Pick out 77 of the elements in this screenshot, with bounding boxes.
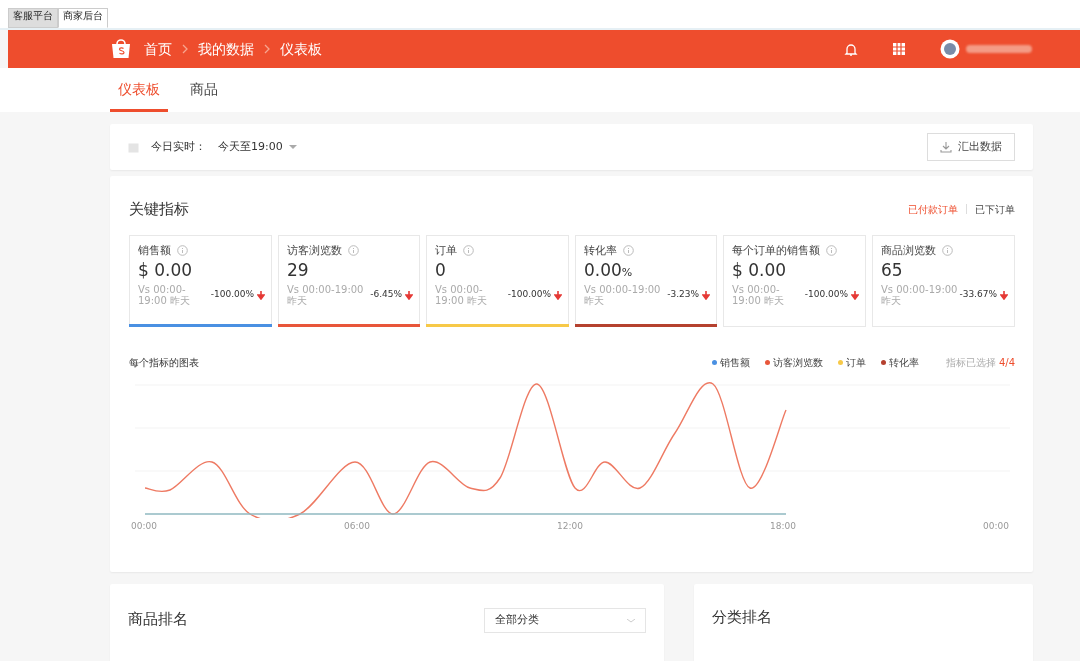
metric-value: 65 — [881, 259, 904, 282]
info-icon — [177, 245, 188, 257]
comparison-text: Vs 00:00-19:00 昨天 — [584, 284, 662, 307]
category-select[interactable]: 全部分类 — [484, 608, 646, 633]
comparison-text: Vs 00:00-19:00 昨天 — [732, 284, 785, 307]
chevron-icon — [181, 44, 189, 54]
metric-value: $ 0.00 — [732, 259, 788, 282]
metric-value: 0 — [435, 259, 447, 282]
legend-label: 访客浏览数 — [772, 355, 823, 370]
change-value: -100.00% — [507, 288, 551, 302]
change-value: -6.45% — [370, 288, 402, 302]
blurred-username — [966, 45, 1032, 53]
down-arrow-icon — [257, 290, 265, 300]
order-type-link[interactable]: 已付款订单 — [908, 201, 958, 217]
window-tab[interactable]: 商家后台 — [58, 8, 108, 28]
info-icon — [463, 245, 474, 257]
avatar[interactable] — [940, 39, 960, 59]
comparison-text: Vs 00:00-19:00 昨天 — [881, 284, 959, 307]
order-type-link[interactable]: 已下订单 — [975, 201, 1015, 217]
change-value: -33.67% — [959, 288, 997, 302]
comparison-text: Vs 00:00-19:00 昨天 — [435, 284, 488, 307]
metric-card[interactable]: 每个订单的销售额 $ 0.00 Vs 00:00-19:00 昨天 -100.00% — [723, 234, 866, 327]
axis-tick-label: 12:00 — [557, 519, 583, 533]
metric-value: 0.00% — [584, 259, 634, 282]
download-icon — [940, 141, 952, 153]
down-arrow-icon — [405, 290, 413, 300]
date-dropdown[interactable]: 今天至19:00 — [218, 138, 297, 156]
calendar-icon — [128, 141, 139, 153]
breadcrumb-link[interactable]: 仪表板 — [280, 38, 322, 60]
change-value: -100.00% — [804, 288, 848, 302]
metric-card[interactable]: 销售额 $ 0.00 Vs 00:00-19:00 昨天 -100.00% — [129, 234, 272, 327]
caret-icon — [288, 145, 297, 149]
change-value: -3.23% — [667, 288, 699, 302]
metric-value: $ 0.00 — [138, 259, 194, 282]
axis-tick-label: 06:00 — [344, 519, 370, 533]
breadcrumb-link[interactable]: 我的数据 — [198, 38, 254, 60]
axis-tick-label: 18:00 — [770, 519, 796, 533]
comparison-text: Vs 00:00-19:00 昨天 — [287, 284, 365, 307]
caret-icon — [627, 618, 635, 623]
shop-bag-icon — [110, 37, 132, 61]
breadcrumb-link[interactable]: 首页 — [144, 38, 172, 60]
axis-tick-label: 00:00 — [131, 519, 157, 533]
chevron-icon — [263, 44, 271, 54]
down-arrow-icon — [702, 290, 710, 300]
change-value: -100.00% — [210, 288, 254, 302]
info-icon — [826, 245, 837, 257]
metric-name: 商品浏览数 — [881, 242, 936, 259]
down-arrow-icon — [554, 290, 562, 300]
down-arrow-icon — [1000, 290, 1008, 300]
metric-name: 每个订单的销售额 — [732, 242, 820, 259]
metric-name: 访客浏览数 — [287, 242, 342, 259]
chart-title: 每个指标的图表 — [129, 355, 199, 370]
comparison-text: Vs 00:00-19:00 昨天 — [138, 284, 191, 307]
metric-value: 29 — [287, 259, 310, 282]
window-tab[interactable]: 客服平台 — [8, 8, 58, 28]
metric-name: 销售额 — [138, 242, 171, 259]
section-title: 分类排名 — [712, 607, 773, 628]
legend-label: 转化率 — [888, 355, 919, 370]
metric-name: 订单 — [435, 242, 457, 259]
info-icon — [348, 245, 359, 257]
section-title: 关键指标 — [129, 199, 189, 220]
section-title: 商品排名 — [128, 609, 188, 630]
axis-tick-label: 00:00 — [983, 519, 1009, 533]
selected-count-text: 指标已选择 4/4 — [945, 355, 1015, 370]
apps-icon[interactable] — [892, 42, 906, 56]
nav-tab[interactable]: 仪表板 — [110, 68, 168, 112]
legend-label: 订单 — [845, 355, 866, 370]
bell-icon[interactable] — [844, 42, 858, 56]
info-icon — [623, 245, 634, 257]
info-icon — [942, 245, 953, 257]
legend-label: 销售额 — [719, 355, 750, 370]
filter-label: 今日实时： — [151, 138, 206, 155]
export-button[interactable]: 汇出数据 — [927, 132, 1015, 162]
down-arrow-icon — [851, 290, 859, 300]
nav-tab[interactable]: 商品 — [182, 68, 226, 112]
metric-name: 转化率 — [584, 242, 617, 259]
metric-card[interactable]: 订单 0 Vs 00:00-19:00 昨天 -100.00% — [426, 234, 569, 327]
